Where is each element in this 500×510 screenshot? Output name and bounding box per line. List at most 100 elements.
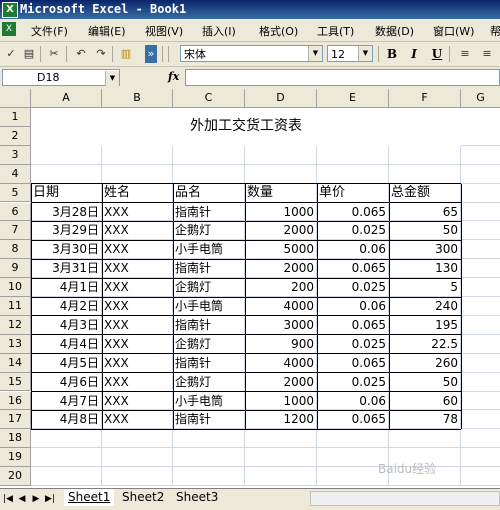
table-cell[interactable]: 0.06 [317,297,389,316]
table-header-cell[interactable]: 单价 [317,184,389,203]
table-cell[interactable]: 0.065 [317,410,389,429]
sheet-tab-3[interactable]: Sheet3 [172,489,222,506]
table-cell[interactable]: XXX [102,297,173,316]
table-cell[interactable]: 0.06 [317,392,389,411]
column-header[interactable]: B [102,89,173,108]
row-header[interactable]: 19 [0,448,31,468]
column-header[interactable]: F [389,89,461,108]
table-cell[interactable]: 企鹅灯 [173,221,245,240]
undo-icon[interactable]: ↶ [72,45,90,63]
spelling-icon[interactable]: ✓ [2,45,20,63]
prev-sheet-icon[interactable]: ◀ [16,492,28,506]
row-header[interactable]: 18 [0,429,31,449]
table-cell[interactable]: 50 [389,221,461,240]
bold-button[interactable]: B [383,45,401,63]
table-cell[interactable]: 4月5日 [31,354,102,373]
row-header[interactable]: 12 [0,315,31,335]
table-cell[interactable]: 企鹅灯 [173,373,245,392]
row-header[interactable]: 6 [0,202,31,222]
table-cell[interactable]: 0.065 [317,259,389,278]
table-cell[interactable]: 4000 [245,354,317,373]
font-size-select[interactable]: 12 ▼ [327,45,373,62]
table-cell[interactable]: XXX [102,240,173,259]
table-cell[interactable]: XXX [102,259,173,278]
table-cell[interactable]: 4月1日 [31,278,102,297]
table-cell[interactable]: 小手电筒 [173,240,245,259]
sheet-tab-1[interactable]: Sheet1 [64,489,115,506]
table-cell[interactable]: 1000 [245,392,317,411]
table-cell[interactable]: 0.025 [317,373,389,392]
menu-window[interactable]: 窗口(W) [433,23,474,39]
redo-icon[interactable]: ↷ [92,45,110,63]
table-cell[interactable]: 3月31日 [31,259,102,278]
cut-icon[interactable]: ✂ [45,45,63,63]
table-cell[interactable]: XXX [102,354,173,373]
table-cell[interactable]: 1000 [245,203,317,222]
table-cell[interactable]: 50 [389,373,461,392]
column-header[interactable]: G [461,89,500,108]
chevron-down-icon[interactable]: ▼ [308,46,322,61]
table-cell[interactable]: 指南针 [173,259,245,278]
name-box[interactable]: D18 ▼ [2,69,120,86]
underline-button[interactable]: U [428,45,446,63]
excel-icon[interactable]: X [2,2,18,18]
table-cell[interactable]: 260 [389,354,461,373]
table-cell[interactable]: 2000 [245,259,317,278]
last-sheet-icon[interactable]: ▶| [44,492,56,506]
table-cell[interactable]: 0.065 [317,203,389,222]
row-header[interactable]: 20 [0,467,31,486]
table-cell[interactable]: 3000 [245,316,317,335]
table-cell[interactable]: 5000 [245,240,317,259]
row-header[interactable]: 16 [0,391,31,411]
menu-format[interactable]: 格式(O) [259,23,298,39]
table-header-cell[interactable]: 品名 [173,184,245,203]
row-header[interactable]: 3 [0,145,31,165]
table-cell[interactable]: 小手电筒 [173,297,245,316]
toolbar-options-icon[interactable]: » [145,45,157,63]
insert-function-icon[interactable]: fx [168,70,179,83]
table-cell[interactable]: 0.025 [317,335,389,354]
table-cell[interactable]: 78 [389,410,461,429]
column-header[interactable]: D [245,89,317,108]
table-cell[interactable]: XXX [102,373,173,392]
table-header-cell[interactable]: 姓名 [102,184,173,203]
align-left-icon[interactable]: ≡ [456,45,474,63]
table-cell[interactable]: XXX [102,278,173,297]
table-cell[interactable]: 0.025 [317,221,389,240]
table-cell[interactable]: 指南针 [173,410,245,429]
table-cell[interactable]: 3月30日 [31,240,102,259]
sheet-title-cell[interactable]: 外加工交货工资表 [31,108,461,146]
row-header[interactable]: 10 [0,278,31,297]
row-header[interactable]: 9 [0,259,31,279]
column-header[interactable]: E [317,89,389,108]
chevron-down-icon[interactable]: ▼ [358,46,372,61]
formula-input[interactable] [185,69,500,86]
row-header[interactable]: 4 [0,164,31,184]
table-cell[interactable]: 指南针 [173,203,245,222]
horizontal-scrollbar[interactable] [310,491,500,506]
table-cell[interactable]: 4月8日 [31,410,102,429]
row-header[interactable]: 17 [0,410,31,430]
row-header[interactable]: 8 [0,240,31,260]
research-icon[interactable]: ▤ [20,45,38,63]
table-cell[interactable]: 0.06 [317,240,389,259]
sheet-tab-2[interactable]: Sheet2 [118,489,168,506]
table-header-cell[interactable]: 日期 [31,184,102,203]
table-cell[interactable]: 2000 [245,221,317,240]
row-header[interactable]: 1 [0,108,31,127]
table-cell[interactable]: 195 [389,316,461,335]
row-header[interactable]: 7 [0,221,31,241]
table-cell[interactable]: 指南针 [173,354,245,373]
font-name-select[interactable]: 宋体 ▼ [180,45,323,62]
table-cell[interactable]: 4月7日 [31,392,102,411]
menu-data[interactable]: 数据(D) [375,23,414,39]
table-cell[interactable]: XXX [102,203,173,222]
table-cell[interactable]: XXX [102,221,173,240]
row-header[interactable]: 11 [0,297,31,316]
table-cell[interactable]: 3月29日 [31,221,102,240]
table-cell[interactable]: XXX [102,335,173,354]
next-sheet-icon[interactable]: ▶ [30,492,42,506]
column-header[interactable]: C [173,89,245,108]
chevron-down-icon[interactable]: ▼ [105,71,119,86]
row-header[interactable]: 15 [0,372,31,392]
